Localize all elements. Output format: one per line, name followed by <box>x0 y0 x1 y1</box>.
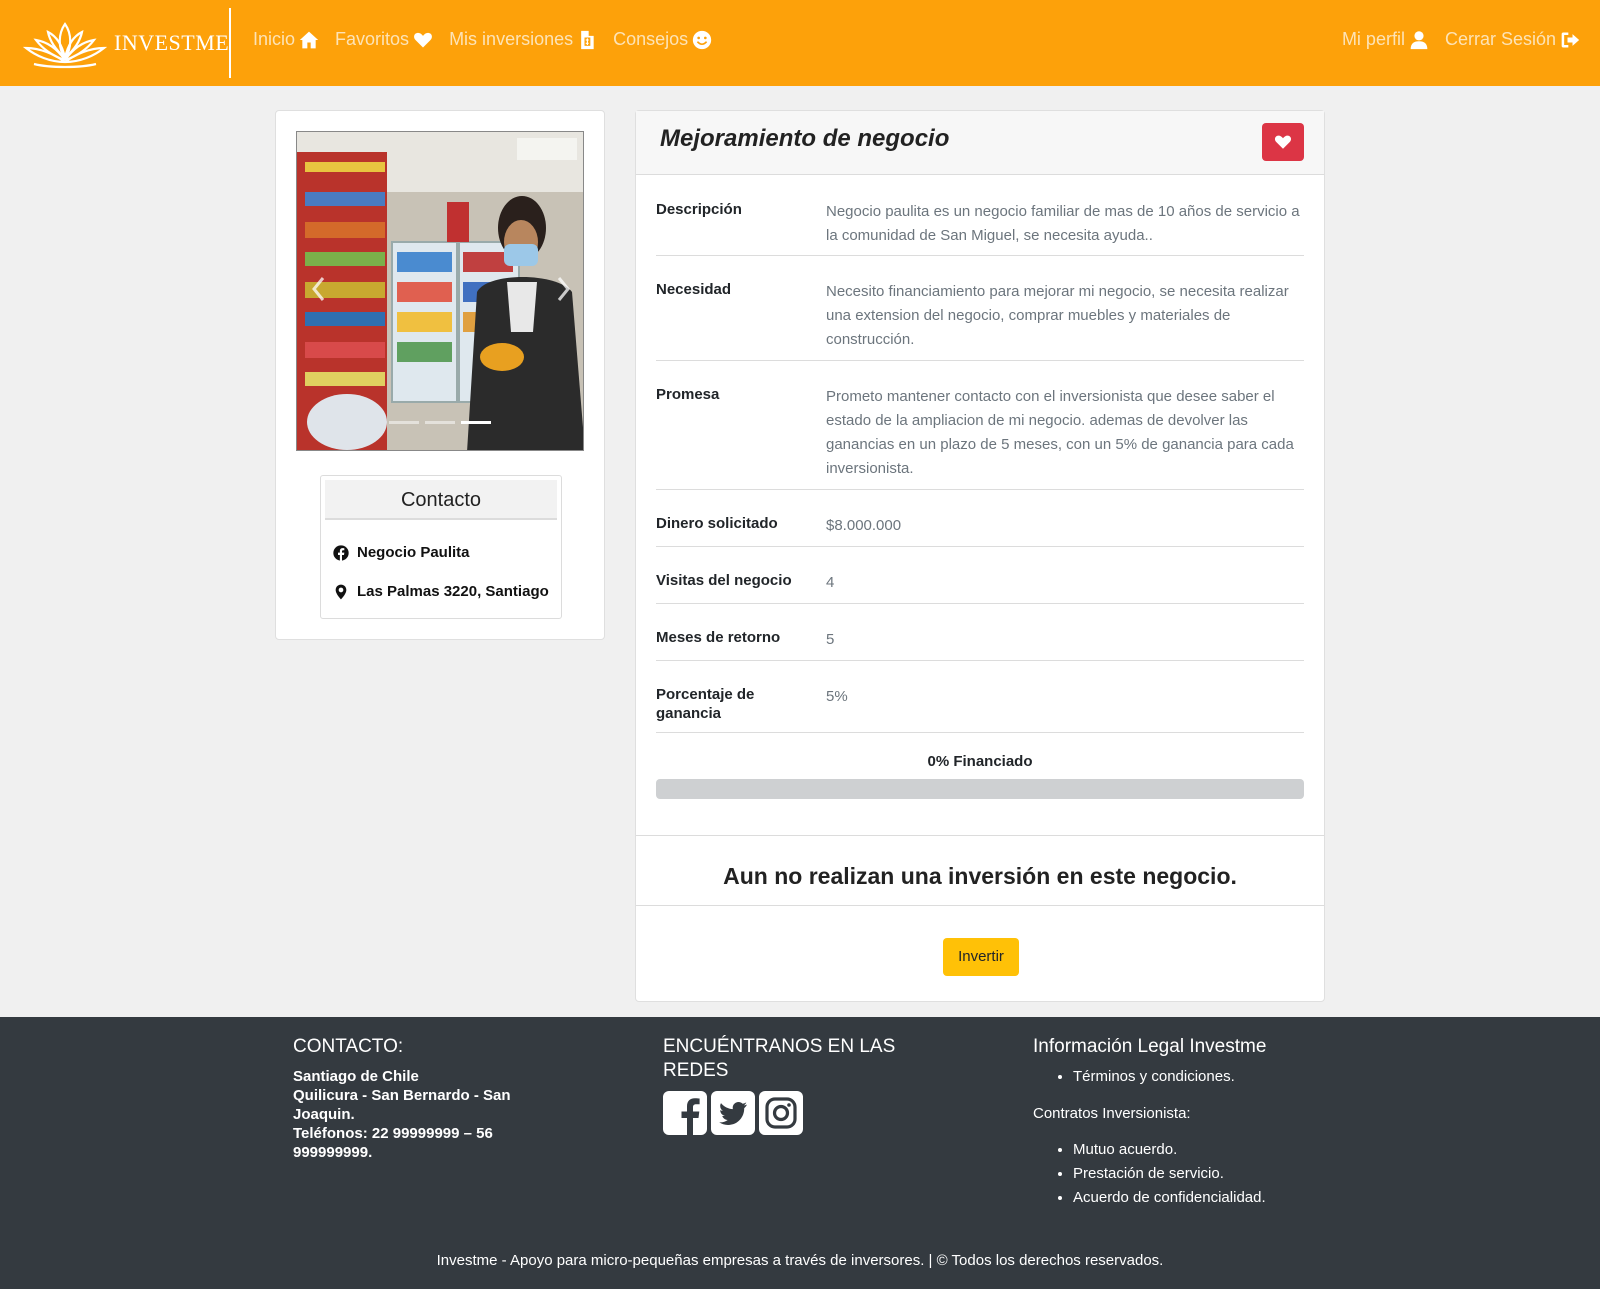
business-photo <box>297 132 583 450</box>
brand-name: INVESTME <box>114 30 230 55</box>
footer-contact-title: CONTACTO: <box>293 1036 404 1057</box>
contract-link[interactable]: Mutuo acuerdo. <box>1073 1138 1333 1162</box>
footer-contact-line: Teléfonos: 22 99999999 – 56 999999999. <box>293 1125 493 1161</box>
detail-label: Dinero solicitado <box>656 515 778 532</box>
favorite-button[interactable] <box>1262 123 1304 161</box>
sign-out-icon <box>1561 32 1580 47</box>
detail-value: Prometo mantener contacto con el inversi… <box>826 388 1294 477</box>
contract-link[interactable]: Acuerdo de confidencialidad. <box>1073 1186 1333 1210</box>
carousel-indicator-active[interactable] <box>461 421 491 424</box>
business-image-card: Contacto Negocio Paulita Las Palmas 3220… <box>275 110 605 640</box>
nav-cerrar-sesion[interactable]: Cerrar Sesión <box>1445 29 1580 50</box>
nav-mi-perfil[interactable]: Mi perfil <box>1342 29 1429 50</box>
divider <box>636 905 1324 906</box>
nav-consejos-label: Consejos <box>613 29 689 49</box>
footer-contact-line: Santiago de Chile <box>293 1068 419 1085</box>
contact-facebook-label: Negocio Paulita <box>357 544 470 561</box>
heart-icon <box>1274 135 1292 149</box>
legal-list: Términos y condiciones. <box>1073 1065 1333 1089</box>
nav-mis-inversiones[interactable]: Mis inversiones <box>449 29 597 50</box>
nav-mi-perfil-label: Mi perfil <box>1341 29 1405 49</box>
no-investment-message: Aun no realizan una inversión en este ne… <box>723 863 1237 889</box>
detail-label: Promesa <box>656 386 720 403</box>
business-detail-card: Mejoramiento de negocio Descripción Nego… <box>635 110 1325 1002</box>
footer-contact-line: Quilicura - San Bernardo - San Joaquin. <box>293 1087 511 1123</box>
carousel-indicator[interactable] <box>425 421 455 424</box>
facebook-circle-icon <box>333 544 349 561</box>
detail-label: Descripción <box>656 201 742 218</box>
divider <box>636 835 1324 836</box>
detail-label: Porcentaje de ganancia <box>656 686 755 722</box>
detail-value: Necesito financiamiento para mejorar mi … <box>826 283 1289 348</box>
detail-row-necesidad: Necesidad Necesito financiamiento para m… <box>656 256 1304 361</box>
nav-cerrar-sesion-label: Cerrar Sesión <box>1444 29 1556 49</box>
file-invoice-dollar-icon <box>581 30 594 49</box>
contract-link[interactable]: Prestación de servicio. <box>1073 1162 1333 1186</box>
contracts-list: Mutuo acuerdo. Prestación de servicio. A… <box>1073 1138 1333 1210</box>
nav-right: Mi perfil Cerrar Sesión <box>1342 29 1580 50</box>
detail-value: 5 <box>826 631 835 648</box>
footer-copyright: Investme - Apoyo para micro-pequeñas emp… <box>436 1252 1164 1269</box>
detail-value: 4 <box>826 574 835 591</box>
progress-label: 0% Financiado <box>927 753 1033 770</box>
business-title: Mejoramiento de negocio <box>660 125 950 152</box>
detail-label: Meses de retorno <box>656 629 781 646</box>
lotus-logo-icon <box>22 22 108 69</box>
contracts-label: Contratos Inversionista: <box>1033 1105 1191 1122</box>
contact-title: Contacto <box>325 480 557 520</box>
carousel-prev-button[interactable] <box>309 274 329 304</box>
contact-address: Las Palmas 3220, Santiago <box>333 583 549 600</box>
detail-value: Negocio paulita es un negocio familiar d… <box>826 203 1300 244</box>
contact-box: Contacto Negocio Paulita Las Palmas 3220… <box>320 475 562 619</box>
detail-label: Visitas del negocio <box>656 572 792 589</box>
heart-icon <box>414 32 432 47</box>
contact-address-label: Las Palmas 3220, Santiago <box>357 583 549 600</box>
detail-row-visitas: Visitas del negocio 4 <box>656 547 1304 604</box>
detail-label: Necesidad <box>656 281 732 298</box>
nav-inicio[interactable]: Inicio <box>253 29 319 50</box>
footer-social: ENCUÉNTRANOS EN LAS REDES <box>663 1035 903 1135</box>
legal-link-terminos[interactable]: Términos y condiciones. <box>1073 1065 1333 1089</box>
instagram-icon[interactable] <box>759 1091 803 1135</box>
detail-row-descripcion: Descripción Negocio paulita es un negoci… <box>656 176 1304 256</box>
carousel-next-button[interactable] <box>553 274 573 304</box>
detail-value: 5% <box>826 688 848 705</box>
footer-legal-title: Información Legal Investme <box>1033 1036 1267 1057</box>
invest-button[interactable]: Invertir <box>943 938 1019 976</box>
carousel-indicator[interactable] <box>389 421 419 424</box>
navbar: INVESTME Inicio Favoritos Mis inversione… <box>0 0 1600 86</box>
detail-row-dinero-solicitado: Dinero solicitado $8.000.000 <box>656 490 1304 547</box>
footer-contact: CONTACTO: Santiago de Chile Quilicura - … <box>293 1035 553 1162</box>
contact-facebook[interactable]: Negocio Paulita <box>333 544 470 561</box>
chevron-right-icon <box>557 277 570 301</box>
detail-row-promesa: Promesa Prometo mantener contacto con el… <box>656 361 1304 490</box>
twitter-icon[interactable] <box>711 1091 755 1135</box>
carousel-indicators <box>389 421 491 424</box>
footer-legal: Información Legal Investme Términos y co… <box>1033 1035 1333 1210</box>
detail-row-meses-retorno: Meses de retorno 5 <box>656 604 1304 661</box>
nav-favoritos-label: Favoritos <box>335 29 410 49</box>
user-icon <box>1410 30 1428 49</box>
social-links <box>663 1091 903 1135</box>
detail-value: $8.000.000 <box>826 517 902 534</box>
nav-inicio-label: Inicio <box>253 29 296 49</box>
nav-favoritos[interactable]: Favoritos <box>335 29 433 50</box>
footer-contact-info: Santiago de Chile Quilicura - San Bernar… <box>293 1067 553 1162</box>
chevron-left-icon <box>312 277 325 301</box>
smile-icon <box>692 30 712 49</box>
facebook-icon[interactable] <box>663 1091 707 1135</box>
home-icon <box>299 31 319 48</box>
business-photo-carousel[interactable] <box>296 131 584 451</box>
detail-row-porcentaje: Porcentaje de ganancia 5% <box>656 661 1304 733</box>
map-marker-icon <box>335 584 347 599</box>
funding-progress-bar <box>656 779 1304 799</box>
footer: CONTACTO: Santiago de Chile Quilicura - … <box>0 1017 1600 1289</box>
nav-left: Inicio Favoritos Mis inversiones Consejo… <box>253 29 712 50</box>
nav-divider <box>229 8 231 78</box>
nav-consejos[interactable]: Consejos <box>613 29 712 50</box>
footer-social-title: ENCUÉNTRANOS EN LAS REDES <box>663 1036 896 1081</box>
brand[interactable]: INVESTME <box>20 16 229 70</box>
nav-mis-inversiones-label: Mis inversiones <box>449 29 574 49</box>
card-header: Mejoramiento de negocio <box>636 111 1324 175</box>
